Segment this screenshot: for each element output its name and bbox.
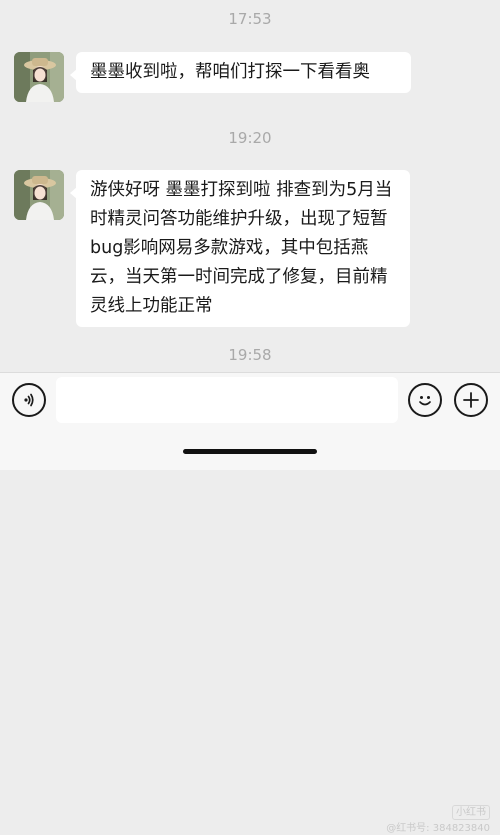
voice-button[interactable] bbox=[12, 383, 46, 417]
message-text: 游侠好呀 墨墨打探到啦 排查到为5月当时精灵问答功能维护升级，出现了短暂 bug… bbox=[90, 180, 393, 316]
home-indicator bbox=[183, 449, 317, 454]
message-text: 墨墨收到啦，帮咱们打探一下看看奥 bbox=[90, 62, 370, 82]
emoji-icon bbox=[419, 396, 431, 406]
watermark-id: @红书号: 384823840 bbox=[386, 823, 490, 834]
message-bubble[interactable]: 游侠好呀 墨墨打探到啦 排查到为5月当时精灵问答功能维护升级，出现了短暂 bug… bbox=[70, 170, 410, 327]
message-timestamp: 17:53 bbox=[228, 10, 272, 28]
avatar-image bbox=[14, 52, 64, 102]
avatar[interactable] bbox=[14, 170, 64, 220]
chat-area: 17:53 墨墨收到啦，帮咱们打探一下看看奥 19:20 游侠好呀 墨墨打探到啦… bbox=[0, 0, 500, 372]
watermark-badge: 小红书 bbox=[452, 805, 490, 820]
avatar-image bbox=[14, 170, 64, 220]
emoji-button[interactable] bbox=[408, 383, 442, 417]
plus-icon bbox=[463, 392, 479, 408]
message-timestamp: 19:20 bbox=[228, 129, 272, 147]
voice-icon bbox=[24, 393, 34, 407]
message-input[interactable] bbox=[56, 377, 398, 423]
message-timestamp: 19:58 bbox=[228, 346, 272, 364]
chat-input-bar: 小红书 @红书号: 384823840 bbox=[0, 372, 500, 834]
more-button[interactable] bbox=[454, 383, 488, 417]
avatar[interactable] bbox=[14, 52, 64, 102]
watermark: 小红书 @红书号: 384823840 bbox=[386, 805, 490, 835]
message-bubble[interactable]: 墨墨收到啦，帮咱们打探一下看看奥 bbox=[70, 52, 411, 93]
